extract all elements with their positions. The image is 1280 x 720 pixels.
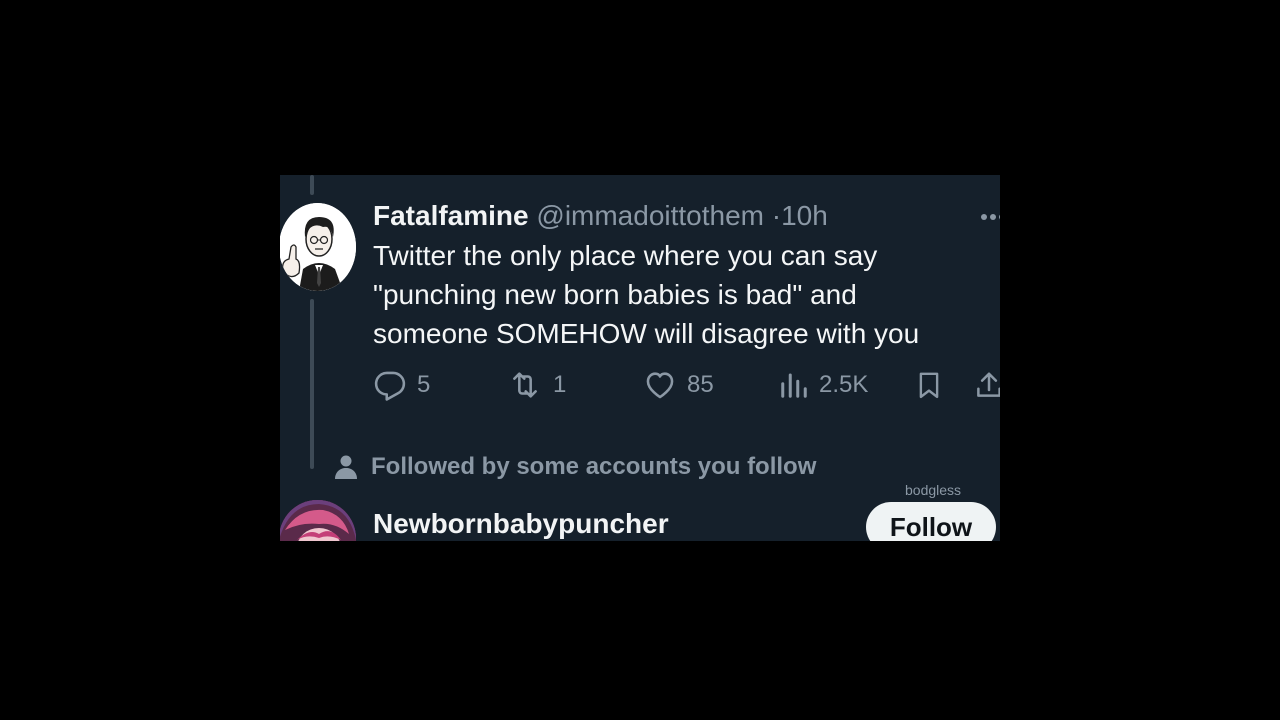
retweet-icon: [513, 372, 537, 398]
retweet-count: 1: [553, 371, 567, 398]
suggested-account-name[interactable]: Newbornbabypuncher: [373, 508, 669, 540]
views-button[interactable]: 2.5K: [779, 367, 868, 403]
views-count: 2.5K: [819, 371, 869, 398]
avatar-illustration: [280, 203, 356, 291]
like-button[interactable]: 85: [643, 367, 714, 403]
views-icon: [781, 373, 807, 398]
follow-button[interactable]: Follow: [866, 502, 996, 541]
social-context: Followed by some accounts you follow: [334, 453, 816, 481]
author-avatar[interactable]: [280, 203, 356, 291]
reply-button[interactable]: 5: [373, 367, 430, 403]
share-icon: [977, 372, 1000, 397]
thread-line: [310, 299, 314, 469]
person-icon: [335, 455, 357, 479]
author-handle[interactable]: @immadoittothem: [536, 200, 764, 231]
bookmark-icon: [919, 372, 939, 399]
header-separator: ·: [771, 200, 782, 231]
like-icon: [646, 372, 674, 399]
author-display-name[interactable]: Fatalfamine: [373, 200, 529, 231]
share-button[interactable]: [974, 367, 1000, 403]
retweet-button[interactable]: 1: [507, 367, 566, 403]
tweet-header: Fatalfamine @immadoittothem ·10h: [373, 199, 828, 233]
thread-line-top: [310, 175, 314, 195]
suggested-account-avatar[interactable]: [280, 500, 356, 541]
reply-count: 5: [417, 371, 431, 398]
tweet-panel: Fatalfamine @immadoittothem ·10h Twitter…: [280, 175, 1000, 541]
tweet-time[interactable]: 10h: [781, 200, 828, 231]
tweet-text: Twitter the only place where you can say…: [373, 240, 920, 349]
watermark: bodgless: [905, 482, 962, 498]
reply-icon: [374, 371, 406, 401]
like-count: 85: [687, 371, 714, 398]
bookmark-button[interactable]: [914, 367, 944, 403]
social-context-label: Followed by some accounts you follow: [371, 453, 817, 480]
more-icon[interactable]: [980, 209, 1000, 220]
suggested-avatar-illustration: [280, 500, 356, 541]
